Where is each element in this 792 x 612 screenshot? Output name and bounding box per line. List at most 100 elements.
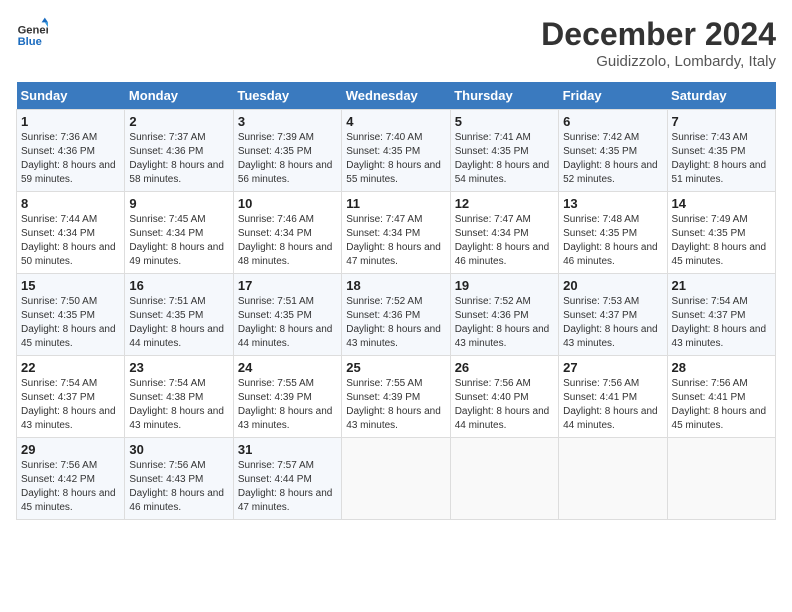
day-cell: 16 Sunrise: 7:51 AMSunset: 4:35 PMDayligh… xyxy=(125,274,233,356)
day-number: 6 xyxy=(563,114,662,129)
day-number: 18 xyxy=(346,278,445,293)
calendar-table: Sunday Monday Tuesday Wednesday Thursday… xyxy=(16,82,776,520)
day-number: 20 xyxy=(563,278,662,293)
day-cell xyxy=(450,438,558,520)
day-info: Sunrise: 7:56 AMSunset: 4:41 PMDaylight:… xyxy=(672,377,771,433)
day-number: 13 xyxy=(563,196,662,211)
day-cell: 7Sunrise: 7:43 AMSunset: 4:35 PMDaylight… xyxy=(667,110,775,192)
day-info: Sunrise: 7:36 AMSunset: 4:36 PMDaylight:… xyxy=(21,131,120,187)
day-cell: 4Sunrise: 7:40 AMSunset: 4:35 PMDaylight… xyxy=(342,110,450,192)
day-cell: 1 Sunrise: 7:36 AMSunset: 4:36 PMDaylight… xyxy=(17,110,125,192)
day-number: 1 xyxy=(21,114,120,129)
day-info: Sunrise: 7:49 AMSunset: 4:35 PMDaylight:… xyxy=(672,213,771,269)
day-number: 15 xyxy=(21,278,120,293)
day-cell: 14 Sunrise: 7:49 AMSunset: 4:35 PMDayligh… xyxy=(667,192,775,274)
day-info: Sunrise: 7:45 AMSunset: 4:34 PMDaylight:… xyxy=(129,213,228,269)
day-info: Sunrise: 7:47 AMSunset: 4:34 PMDaylight:… xyxy=(455,213,554,269)
day-cell: 30 Sunrise: 7:56 AMSunset: 4:43 PMDayligh… xyxy=(125,438,233,520)
day-info: Sunrise: 7:42 AMSunset: 4:35 PMDaylight:… xyxy=(563,131,662,187)
day-info: Sunrise: 7:41 AMSunset: 4:35 PMDaylight:… xyxy=(455,131,554,187)
day-number: 2 xyxy=(129,114,228,129)
day-cell: 3 Sunrise: 7:39 AMSunset: 4:35 PMDaylight… xyxy=(233,110,341,192)
day-number: 25 xyxy=(346,360,445,375)
day-cell: 10Sunrise: 7:46 AMSunset: 4:34 PMDayligh… xyxy=(233,192,341,274)
day-cell: 25 Sunrise: 7:55 AMSunset: 4:39 PMDayligh… xyxy=(342,356,450,438)
col-sunday: Sunday xyxy=(17,82,125,110)
day-cell: 20 Sunrise: 7:53 AMSunset: 4:37 PMDayligh… xyxy=(559,274,667,356)
day-cell: 11Sunrise: 7:47 AMSunset: 4:34 PMDayligh… xyxy=(342,192,450,274)
day-info: Sunrise: 7:54 AMSunset: 4:37 PMDaylight:… xyxy=(672,295,771,351)
svg-text:Blue: Blue xyxy=(18,36,42,48)
day-info: Sunrise: 7:54 AMSunset: 4:37 PMDaylight:… xyxy=(21,377,120,433)
day-info: Sunrise: 7:56 AMSunset: 4:42 PMDaylight:… xyxy=(21,459,120,515)
day-cell: 8 Sunrise: 7:44 AMSunset: 4:34 PMDaylight… xyxy=(17,192,125,274)
day-number: 23 xyxy=(129,360,228,375)
col-monday: Monday xyxy=(125,82,233,110)
day-number: 22 xyxy=(21,360,120,375)
day-number: 10 xyxy=(238,196,337,211)
col-wednesday: Wednesday xyxy=(342,82,450,110)
day-info: Sunrise: 7:54 AMSunset: 4:38 PMDaylight:… xyxy=(129,377,228,433)
day-cell: 6 Sunrise: 7:42 AMSunset: 4:35 PMDaylight… xyxy=(559,110,667,192)
day-cell xyxy=(342,438,450,520)
title-area: December 2024 Guidizzolo, Lombardy, Ital… xyxy=(541,16,776,70)
day-info: Sunrise: 7:43 AMSunset: 4:35 PMDaylight:… xyxy=(672,131,771,187)
day-cell: 28 Sunrise: 7:56 AMSunset: 4:41 PMDayligh… xyxy=(667,356,775,438)
week-row-3: 15 Sunrise: 7:50 AMSunset: 4:35 PMDayligh… xyxy=(17,274,776,356)
day-cell: 31Sunrise: 7:57 AMSunset: 4:44 PMDayligh… xyxy=(233,438,341,520)
day-number: 27 xyxy=(563,360,662,375)
day-number: 30 xyxy=(129,442,228,457)
day-number: 14 xyxy=(672,196,771,211)
day-info: Sunrise: 7:48 AMSunset: 4:35 PMDaylight:… xyxy=(563,213,662,269)
day-info: Sunrise: 7:51 AMSunset: 4:35 PMDaylight:… xyxy=(129,295,228,351)
day-info: Sunrise: 7:51 AMSunset: 4:35 PMDaylight:… xyxy=(238,295,337,351)
day-info: Sunrise: 7:53 AMSunset: 4:37 PMDaylight:… xyxy=(563,295,662,351)
day-info: Sunrise: 7:37 AMSunset: 4:36 PMDaylight:… xyxy=(129,131,228,187)
day-number: 16 xyxy=(129,278,228,293)
svg-text:General: General xyxy=(18,25,48,37)
day-number: 17 xyxy=(238,278,337,293)
col-saturday: Saturday xyxy=(667,82,775,110)
col-thursday: Thursday xyxy=(450,82,558,110)
day-cell: 17 Sunrise: 7:51 AMSunset: 4:35 PMDayligh… xyxy=(233,274,341,356)
header-row: Sunday Monday Tuesday Wednesday Thursday… xyxy=(17,82,776,110)
day-number: 4 xyxy=(346,114,445,129)
day-info: Sunrise: 7:50 AMSunset: 4:35 PMDaylight:… xyxy=(21,295,120,351)
day-info: Sunrise: 7:39 AMSunset: 4:35 PMDaylight:… xyxy=(238,131,337,187)
month-title: December 2024 xyxy=(541,16,776,53)
week-row-5: 29 Sunrise: 7:56 AMSunset: 4:42 PMDayligh… xyxy=(17,438,776,520)
day-info: Sunrise: 7:55 AMSunset: 4:39 PMDaylight:… xyxy=(238,377,337,433)
day-info: Sunrise: 7:57 AMSunset: 4:44 PMDaylight:… xyxy=(238,459,337,515)
col-friday: Friday xyxy=(559,82,667,110)
day-cell: 24Sunrise: 7:55 AMSunset: 4:39 PMDayligh… xyxy=(233,356,341,438)
logo: General Blue xyxy=(16,16,48,48)
day-cell: 27 Sunrise: 7:56 AMSunset: 4:41 PMDayligh… xyxy=(559,356,667,438)
day-cell: 2 Sunrise: 7:37 AMSunset: 4:36 PMDaylight… xyxy=(125,110,233,192)
day-cell: 15 Sunrise: 7:50 AMSunset: 4:35 PMDayligh… xyxy=(17,274,125,356)
day-info: Sunrise: 7:44 AMSunset: 4:34 PMDaylight:… xyxy=(21,213,120,269)
day-info: Sunrise: 7:56 AMSunset: 4:41 PMDaylight:… xyxy=(563,377,662,433)
day-info: Sunrise: 7:56 AMSunset: 4:40 PMDaylight:… xyxy=(455,377,554,433)
day-number: 3 xyxy=(238,114,337,129)
day-number: 26 xyxy=(455,360,554,375)
day-info: Sunrise: 7:47 AMSunset: 4:34 PMDaylight:… xyxy=(346,213,445,269)
day-number: 21 xyxy=(672,278,771,293)
day-number: 9 xyxy=(129,196,228,211)
day-info: Sunrise: 7:52 AMSunset: 4:36 PMDaylight:… xyxy=(455,295,554,351)
day-cell: 26 Sunrise: 7:56 AMSunset: 4:40 PMDayligh… xyxy=(450,356,558,438)
day-cell: 19Sunrise: 7:52 AMSunset: 4:36 PMDayligh… xyxy=(450,274,558,356)
day-number: 29 xyxy=(21,442,120,457)
week-row-1: 1 Sunrise: 7:36 AMSunset: 4:36 PMDaylight… xyxy=(17,110,776,192)
day-cell: 9 Sunrise: 7:45 AMSunset: 4:34 PMDaylight… xyxy=(125,192,233,274)
day-info: Sunrise: 7:56 AMSunset: 4:43 PMDaylight:… xyxy=(129,459,228,515)
day-number: 8 xyxy=(21,196,120,211)
day-info: Sunrise: 7:55 AMSunset: 4:39 PMDaylight:… xyxy=(346,377,445,433)
logo-icon: General Blue xyxy=(16,16,48,48)
day-cell: 18 Sunrise: 7:52 AMSunset: 4:36 PMDayligh… xyxy=(342,274,450,356)
day-number: 28 xyxy=(672,360,771,375)
day-cell: 12Sunrise: 7:47 AMSunset: 4:34 PMDayligh… xyxy=(450,192,558,274)
day-info: Sunrise: 7:52 AMSunset: 4:36 PMDaylight:… xyxy=(346,295,445,351)
day-cell: 23 Sunrise: 7:54 AMSunset: 4:38 PMDayligh… xyxy=(125,356,233,438)
day-cell xyxy=(559,438,667,520)
day-cell: 29 Sunrise: 7:56 AMSunset: 4:42 PMDayligh… xyxy=(17,438,125,520)
